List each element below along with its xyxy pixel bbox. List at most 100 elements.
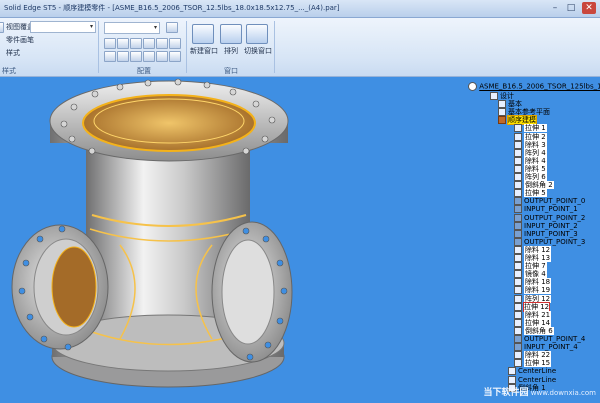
tree-item[interactable]: 拉伸 12 <box>514 301 551 312</box>
feature-icon <box>514 181 522 190</box>
tree-item[interactable]: 基本参考平面 <box>498 108 550 117</box>
tree-item[interactable]: INPUT_POINT_1 <box>514 205 578 214</box>
tree-item-label: 拉伸 5 <box>524 189 547 198</box>
tree-item[interactable]: OUTPUT_POINT_3 <box>514 237 586 246</box>
config-tool-icon[interactable] <box>166 22 178 33</box>
tree-item[interactable]: 除料 5 <box>514 164 547 173</box>
tree-item-label: INPUT_POINT_1 <box>524 205 578 214</box>
tree-item[interactable]: INPUT_POINT_4 <box>514 343 578 352</box>
point-icon <box>514 205 522 214</box>
title-bar: Solid Edge ST5 - 顺序建模零件 - [ASME_B16.5_20… <box>0 0 600 18</box>
point-icon <box>514 343 522 352</box>
tree-item-label: OUTPUT_POINT_3 <box>524 237 586 246</box>
config-tool-icon[interactable] <box>143 51 155 62</box>
point-icon <box>514 213 522 222</box>
line-icon <box>508 367 516 376</box>
feature-icon <box>514 326 522 335</box>
feature-icon <box>514 351 522 360</box>
tree-item[interactable]: 设计 <box>490 92 514 100</box>
tree-item[interactable]: INPUT_POINT_3 <box>514 229 578 238</box>
tree-item-label: 拉伸 1 <box>524 124 547 133</box>
tree-item[interactable]: CenterLine <box>508 367 557 376</box>
tree-item-label: 拉伸 12 <box>522 301 551 312</box>
window-icon <box>192 24 214 44</box>
config-tool-icon[interactable] <box>143 38 155 49</box>
tree-item[interactable]: CenterLine <box>508 375 557 384</box>
tree-item-label: 拉伸 14 <box>524 318 552 327</box>
config-tool-icon[interactable] <box>117 38 129 49</box>
config-tool-icon[interactable] <box>169 38 181 49</box>
plane-icon <box>498 108 506 117</box>
ribbon: 视图覆盖 ▾ 零件画笔 样式 样式 ▾ 配置 新建窗口 排列 切换窗口 窗口 <box>0 18 600 77</box>
part-icon <box>468 82 477 91</box>
watermark-url: www.downxia.com <box>530 389 596 397</box>
tree-item-label: CenterLine <box>518 375 557 384</box>
new-window-button[interactable]: 新建窗口 <box>190 24 218 56</box>
tree-item[interactable]: 除料 12 <box>514 245 552 254</box>
config-tool-icon[interactable] <box>156 51 168 62</box>
tree-item[interactable]: 拉伸 1 <box>514 124 547 133</box>
window-group-label: 窗口 <box>224 67 238 75</box>
point-icon <box>514 221 522 230</box>
tree-item[interactable]: 倒斜角 2 <box>514 181 554 190</box>
tree-item[interactable]: 除料 4 <box>514 156 547 165</box>
tree-item[interactable]: 阵列 12 <box>514 294 552 303</box>
tree-item[interactable]: OUTPUT_POINT_4 <box>514 335 585 343</box>
tree-item[interactable]: 拉伸 15 <box>514 359 552 368</box>
tree-item-label: INPUT_POINT_4 <box>524 343 578 352</box>
tree-item[interactable]: 阵列 4 <box>514 148 547 157</box>
feature-icon <box>514 302 522 311</box>
part-draw-label[interactable]: 零件画笔 <box>6 35 34 45</box>
tree-item[interactable]: 除料 22 <box>514 351 552 360</box>
config-tool-icon[interactable] <box>104 38 116 49</box>
style-label[interactable]: 样式 <box>6 48 20 58</box>
tree-item[interactable]: 除料 19 <box>514 286 552 295</box>
tree-item[interactable]: INPUT_POINT_2 <box>514 221 578 230</box>
feature-icon <box>514 318 522 327</box>
config-dropdown[interactable]: ▾ <box>104 22 160 34</box>
minimize-button[interactable]: – <box>548 2 562 14</box>
config-tool-icon[interactable] <box>130 51 142 62</box>
feature-icon <box>514 164 522 173</box>
window-title: Solid Edge ST5 - 顺序建模零件 - [ASME_B16.5_20… <box>4 4 340 12</box>
close-button[interactable]: ✕ <box>582 2 596 14</box>
config-tool-icon[interactable] <box>104 51 116 62</box>
tree-item[interactable]: 镜像 4 <box>514 270 547 279</box>
config-tool-icon[interactable] <box>130 38 142 49</box>
tree-root-label: ASME_B16.5_2006_TSOR_125lbs_18.0 <box>479 82 600 91</box>
tree-item[interactable]: 阵列 6 <box>514 173 547 181</box>
arrange-button[interactable]: 排列 <box>218 24 244 56</box>
feature-icon <box>514 270 522 279</box>
tree-item[interactable]: 基本 <box>498 100 522 109</box>
tree-item[interactable]: OUTPUT_POINT_2 <box>514 213 585 222</box>
tree-item-label: 拉伸 15 <box>524 359 552 368</box>
tree-item[interactable]: 除料 3 <box>514 140 547 149</box>
feature-icon <box>514 132 522 141</box>
config-tool-icon[interactable] <box>117 51 129 62</box>
tree-item-label: 倒斜角 6 <box>524 326 554 335</box>
tree-item[interactable]: 除料 13 <box>514 254 552 262</box>
tree-root[interactable]: ASME_B16.5_2006_TSOR_125lbs_18.0 <box>468 82 600 91</box>
tree-item[interactable]: 拉伸 14 <box>514 318 552 327</box>
tree-item[interactable]: 除料 21 <box>514 310 552 319</box>
feature-icon <box>514 156 522 165</box>
style-group-label: 样式 <box>2 67 16 75</box>
switch-window-button[interactable]: 切换窗口 <box>244 24 272 56</box>
tree-item-label: CenterLine <box>518 367 557 376</box>
view-cover-dropdown[interactable]: ▾ <box>30 21 96 33</box>
body-icon <box>498 116 506 125</box>
tree-item[interactable]: 倒斜角 6 <box>514 326 554 335</box>
maximize-button[interactable]: □ <box>564 2 578 14</box>
tree-item[interactable]: 拉伸 7 <box>514 262 547 271</box>
tree-item[interactable]: 拉伸 2 <box>514 132 547 141</box>
tree-item[interactable]: 拉伸 5 <box>514 189 547 198</box>
feature-icon <box>514 262 522 271</box>
config-tool-icon[interactable] <box>169 51 181 62</box>
model-viewport[interactable] <box>0 77 600 401</box>
tree-item-label: 除料 13 <box>524 254 552 262</box>
tree-item[interactable]: OUTPUT_POINT_0 <box>514 197 585 206</box>
switch-window-icon <box>246 24 268 44</box>
tree-item-label: 设计 <box>500 92 514 100</box>
config-tool-icon[interactable] <box>156 38 168 49</box>
tree-item-label: INPUT_POINT_3 <box>524 229 578 238</box>
